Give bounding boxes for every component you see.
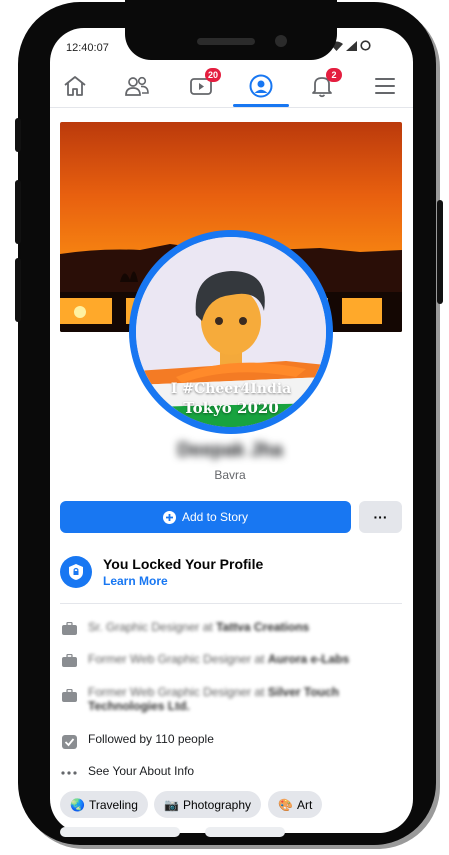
- work-item: Former Web Graphic Designer at Silver To…: [60, 685, 402, 713]
- locked-profile-title: You Locked Your Profile: [103, 556, 264, 572]
- profile-location: Bavra: [214, 468, 246, 482]
- mute-switch: [15, 118, 21, 152]
- frame-caption-line1: I #Cheer4India: [170, 381, 292, 397]
- status-time: 12:40:07: [66, 42, 109, 54]
- work-company[interactable]: Tattva Creations: [216, 620, 309, 634]
- nav-friends[interactable]: [121, 70, 153, 102]
- learn-more-link[interactable]: Learn More: [103, 574, 168, 588]
- briefcase-icon: [60, 652, 78, 670]
- watch-badge: 20: [204, 68, 221, 82]
- see-about-text: See Your About Info: [88, 764, 195, 778]
- nav-watch[interactable]: 20: [185, 68, 221, 102]
- more-options-label: ···: [373, 509, 388, 525]
- volume-down-button: [15, 258, 21, 322]
- nav-notifications[interactable]: 2: [306, 68, 342, 102]
- nav-menu[interactable]: [369, 70, 401, 102]
- interest-chip-photography[interactable]: 📷 Photography: [154, 791, 262, 818]
- nav-profile[interactable]: [245, 70, 277, 102]
- avatar[interactable]: I #Cheer4India Tokyo 2020: [136, 237, 326, 427]
- divider: [60, 603, 402, 604]
- more-dots-icon: [60, 764, 78, 782]
- globe-icon: 🌏: [70, 797, 85, 812]
- followers-icon: [60, 732, 78, 750]
- work-role: Former Web Graphic Designer at: [88, 652, 265, 666]
- status-icons: [330, 40, 371, 51]
- battery-icon: [360, 40, 371, 51]
- see-about-item[interactable]: See Your About Info: [60, 764, 402, 782]
- followers-item: Followed by 110 people: [60, 732, 402, 750]
- friends-icon: [125, 76, 149, 96]
- power-button: [437, 200, 443, 304]
- interest-label: Traveling: [88, 797, 138, 812]
- frame-caption-line2: Tokyo 2020: [183, 399, 279, 417]
- add-to-story-label: Add to Story: [181, 510, 249, 524]
- work-company[interactable]: Aurora e-Labs: [268, 652, 349, 666]
- plus-circle-icon: [162, 510, 176, 524]
- interest-chip-traveling[interactable]: 🌏 Traveling: [60, 791, 148, 818]
- interest-label: Photography: [182, 797, 252, 812]
- phone-notch: [125, 0, 337, 60]
- interest-chip-partial: [60, 827, 180, 837]
- work-item: Sr. Graphic Designer at Tattva Creations: [60, 620, 402, 638]
- nav-active-indicator: [233, 104, 289, 107]
- top-nav: [50, 66, 413, 108]
- add-to-story-button[interactable]: Add to Story: [60, 501, 351, 533]
- work-role: Sr. Graphic Designer at: [88, 620, 213, 634]
- home-icon: [64, 76, 86, 96]
- briefcase-icon: [60, 620, 78, 638]
- camera-icon: 📷: [164, 797, 179, 812]
- work-role: Former Web Graphic Designer at: [88, 685, 265, 699]
- work-item: Former Web Graphic Designer at Aurora e-…: [60, 652, 402, 670]
- more-options-button[interactable]: ···: [359, 501, 402, 533]
- signal-icon: [346, 40, 357, 51]
- shield-lock-icon: [60, 556, 92, 588]
- interest-chip-art[interactable]: 🎨 Art: [268, 791, 323, 818]
- menu-icon: [375, 78, 395, 94]
- notifications-badge: 2: [326, 68, 342, 82]
- interest-chip-partial: [205, 827, 285, 837]
- profile-name: Deepak Jha: [177, 440, 283, 461]
- profile-icon: [249, 74, 273, 98]
- briefcase-icon: [60, 687, 78, 705]
- nav-home[interactable]: [59, 70, 91, 102]
- palette-icon: 🎨: [278, 797, 293, 812]
- followers-text[interactable]: Followed by 110 people: [88, 732, 214, 746]
- volume-up-button: [15, 180, 21, 244]
- interest-label: Art: [296, 797, 313, 812]
